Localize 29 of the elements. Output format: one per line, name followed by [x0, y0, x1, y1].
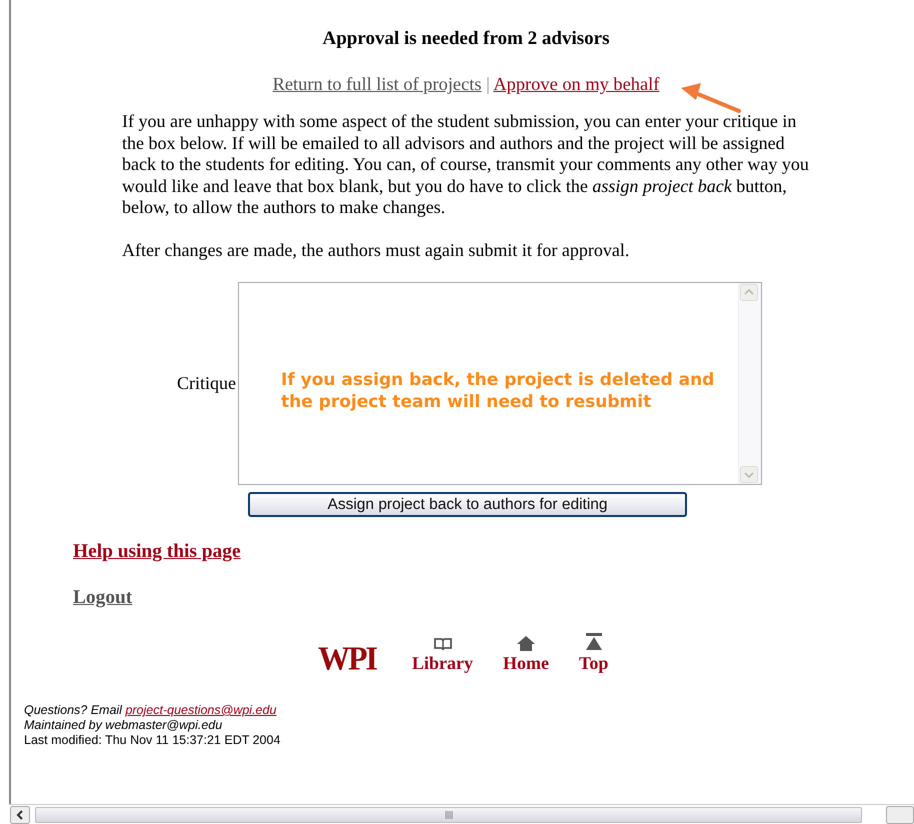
nav-link[interactable]: Return to full list of projects [272, 74, 482, 94]
link-separator: | [485, 74, 491, 94]
annotation-text: If you assign back, the project is deleted and the project team will need to resubmit [281, 369, 714, 413]
footer-text: Last modified: Thu Nov 11 15:37:21 EDT 2004 [24, 733, 282, 748]
nav-label[interactable]: Library [412, 653, 473, 673]
book-icon [432, 637, 452, 651]
page-heading: Approval is needed from 2 advisors [322, 27, 610, 50]
wpi-logo[interactable]: WPI [318, 642, 376, 674]
top-icon [584, 633, 604, 651]
scroll-right-icon[interactable] [886, 806, 914, 824]
scroll-left-icon[interactable] [10, 806, 30, 824]
instruction-paragraph: After changes are made, the authors must again submit it for approval. [122, 240, 630, 261]
instruction-paragraph: If you are unhappy with some aspect of the student submission, you can enter your critique in the box below. If will be emailed to all advisors and authors and the project will be assigned back to the students for editing. You can, of course, transmit your comments any other way you would like and leave that box blank, but you do have to click the assign project back button, below, to allow the authors to make changes. [122, 111, 810, 218]
scrollbar[interactable] [738, 283, 761, 484]
nav-link[interactable]: Approve on my behalf [493, 74, 660, 94]
page-link[interactable]: Logout [73, 587, 132, 609]
critique-label: Critique [176, 373, 237, 394]
nav-label[interactable]: Top [578, 653, 608, 673]
email-link[interactable]: project-questions@wpi.edu [125, 703, 276, 717]
nav-label[interactable]: Home [503, 653, 549, 673]
page-link[interactable]: Help using this page [73, 541, 241, 563]
footer-text: Questions? Email [24, 703, 124, 717]
arrow-icon [679, 80, 743, 116]
footer-text: Maintained by webmaster@wpi.edu [24, 718, 224, 733]
assign-back-button[interactable]: Assign project back to authors for editing [248, 492, 687, 517]
house-icon [516, 635, 536, 651]
scroll-up-icon[interactable] [740, 284, 758, 301]
scroll-down-icon[interactable] [740, 466, 758, 483]
scroll-thumb[interactable] [35, 807, 862, 823]
